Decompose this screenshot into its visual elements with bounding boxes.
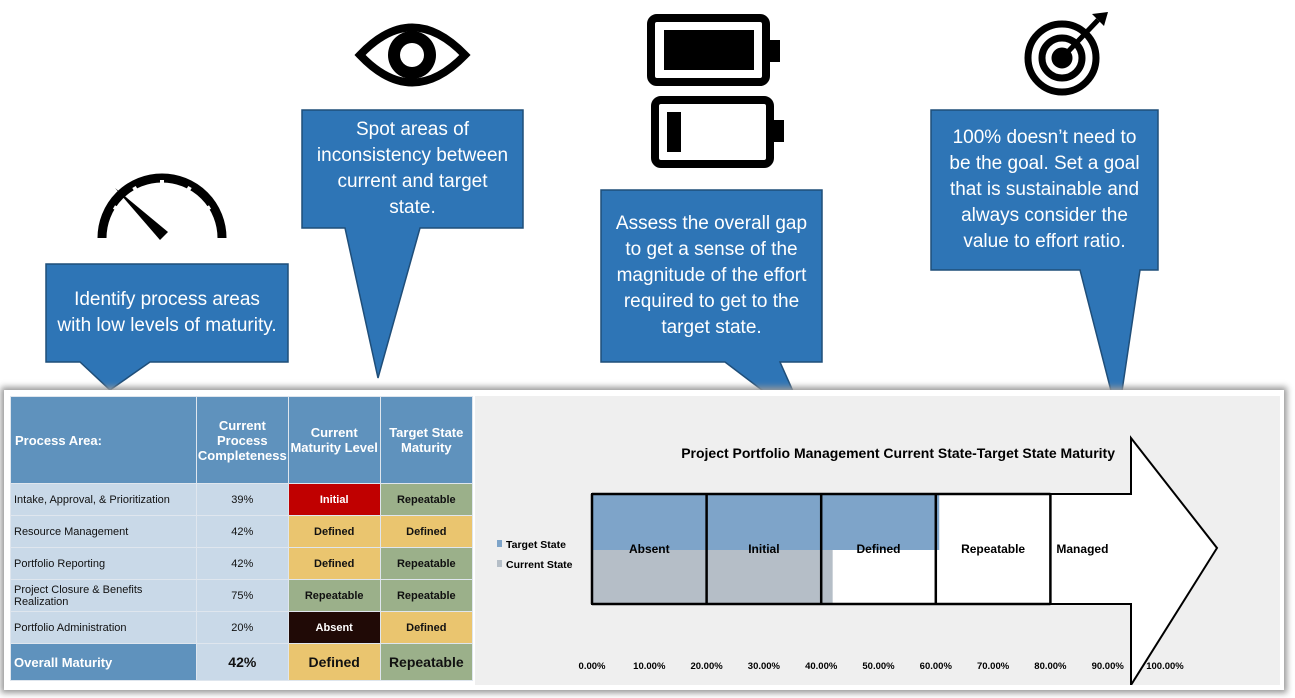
- table-row: Resource Management 42% Defined Defined: [10, 515, 474, 548]
- current-maturity-cell: Initial: [287, 483, 381, 516]
- battery-low-icon: [651, 96, 784, 168]
- chart-title: Project Portfolio Management Current Sta…: [681, 445, 1115, 461]
- battery-full-icon: [647, 14, 780, 86]
- process-area-cell: Project Closure & Benefits Realization: [10, 579, 197, 612]
- legend-swatch: [497, 560, 502, 567]
- current-maturity-cell: Defined: [287, 547, 381, 580]
- x-tick-label: 100.00%: [1146, 661, 1184, 672]
- process-area-cell: Overall Maturity: [10, 643, 197, 681]
- maturity-chart: Absent Initial Defined Repeatable Managed Pro…: [475, 396, 1280, 689]
- legend-swatch: [497, 540, 502, 547]
- current-maturity-cell: Absent: [287, 611, 381, 644]
- legend-label: Current State: [506, 559, 573, 571]
- callout-2-text: Spot areas of inconsistency between curr…: [316, 119, 509, 218]
- process-area-cell: Resource Management: [10, 515, 197, 548]
- header-process-area: Process Area:: [10, 396, 197, 484]
- maturity-table: Process Area: Current Process Completene…: [10, 396, 474, 681]
- completeness-cell: 42%: [195, 643, 289, 681]
- header-completeness: Current Process Completeness: [195, 396, 289, 484]
- current-maturity-cell: Repeatable: [287, 579, 381, 612]
- stage-label: Managed: [1056, 542, 1108, 556]
- x-tick-label: 50.00%: [862, 661, 895, 672]
- table-row: Portfolio Administration 20% Absent Defined: [10, 611, 474, 644]
- header-current-maturity: Current Maturity Level: [287, 396, 381, 484]
- table-row: Portfolio Reporting 42% Defined Repeatable: [10, 547, 474, 580]
- process-area-cell: Intake, Approval, & Prioritization: [10, 483, 197, 516]
- x-tick-label: 80.00%: [1034, 661, 1067, 672]
- overall-row: Overall Maturity 42% Defined Repeatable: [10, 643, 474, 681]
- callout-1-text: Identify process areas with low levels o…: [57, 289, 277, 336]
- stage-label: Absent: [629, 542, 670, 556]
- completeness-cell: 42%: [195, 515, 289, 548]
- x-tick-label: 70.00%: [977, 661, 1010, 672]
- completeness-cell: 75%: [195, 579, 289, 612]
- stage-label: Repeatable: [961, 542, 1025, 556]
- table-row: Project Closure & Benefits Realization 75…: [10, 579, 474, 612]
- current-maturity-cell: Defined: [287, 515, 381, 548]
- legend-label: Target State: [506, 539, 566, 551]
- current-maturity-cell: Defined: [287, 643, 381, 681]
- callout-4-text: 100% doesn’t need to be the goal. Set a …: [949, 127, 1140, 252]
- bar-current-state: [592, 550, 833, 604]
- x-tick-label: 90.00%: [1092, 661, 1125, 672]
- x-tick-label: 20.00%: [690, 661, 723, 672]
- x-tick-label: 40.00%: [805, 661, 838, 672]
- speedometer-icon: [97, 173, 227, 240]
- target-maturity-cell: Defined: [379, 515, 474, 548]
- target-maturity-cell: Repeatable: [379, 579, 474, 612]
- table-row: Intake, Approval, & Prioritization 39% Ini…: [10, 483, 474, 516]
- completeness-cell: 20%: [195, 611, 289, 644]
- target-icon: [1024, 12, 1108, 96]
- target-maturity-cell: Repeatable: [379, 643, 474, 681]
- callout-3-text: Assess the overall gap to get a sense of…: [615, 213, 808, 338]
- process-area-cell: Portfolio Reporting: [10, 547, 197, 580]
- stage-label: Initial: [748, 542, 779, 556]
- stage-label: Defined: [856, 542, 900, 556]
- x-tick-label: 60.00%: [920, 661, 953, 672]
- process-area-cell: Portfolio Administration: [10, 611, 197, 644]
- x-tick-label: 0.00%: [579, 661, 606, 672]
- target-maturity-cell: Repeatable: [379, 483, 474, 516]
- x-tick-label: 10.00%: [633, 661, 666, 672]
- header-target-maturity: Target State Maturity: [379, 396, 474, 484]
- target-maturity-cell: Repeatable: [379, 547, 474, 580]
- completeness-cell: 42%: [195, 547, 289, 580]
- target-maturity-cell: Defined: [379, 611, 474, 644]
- completeness-cell: 39%: [195, 483, 289, 516]
- eye-icon: [354, 23, 471, 87]
- x-tick-label: 30.00%: [748, 661, 781, 672]
